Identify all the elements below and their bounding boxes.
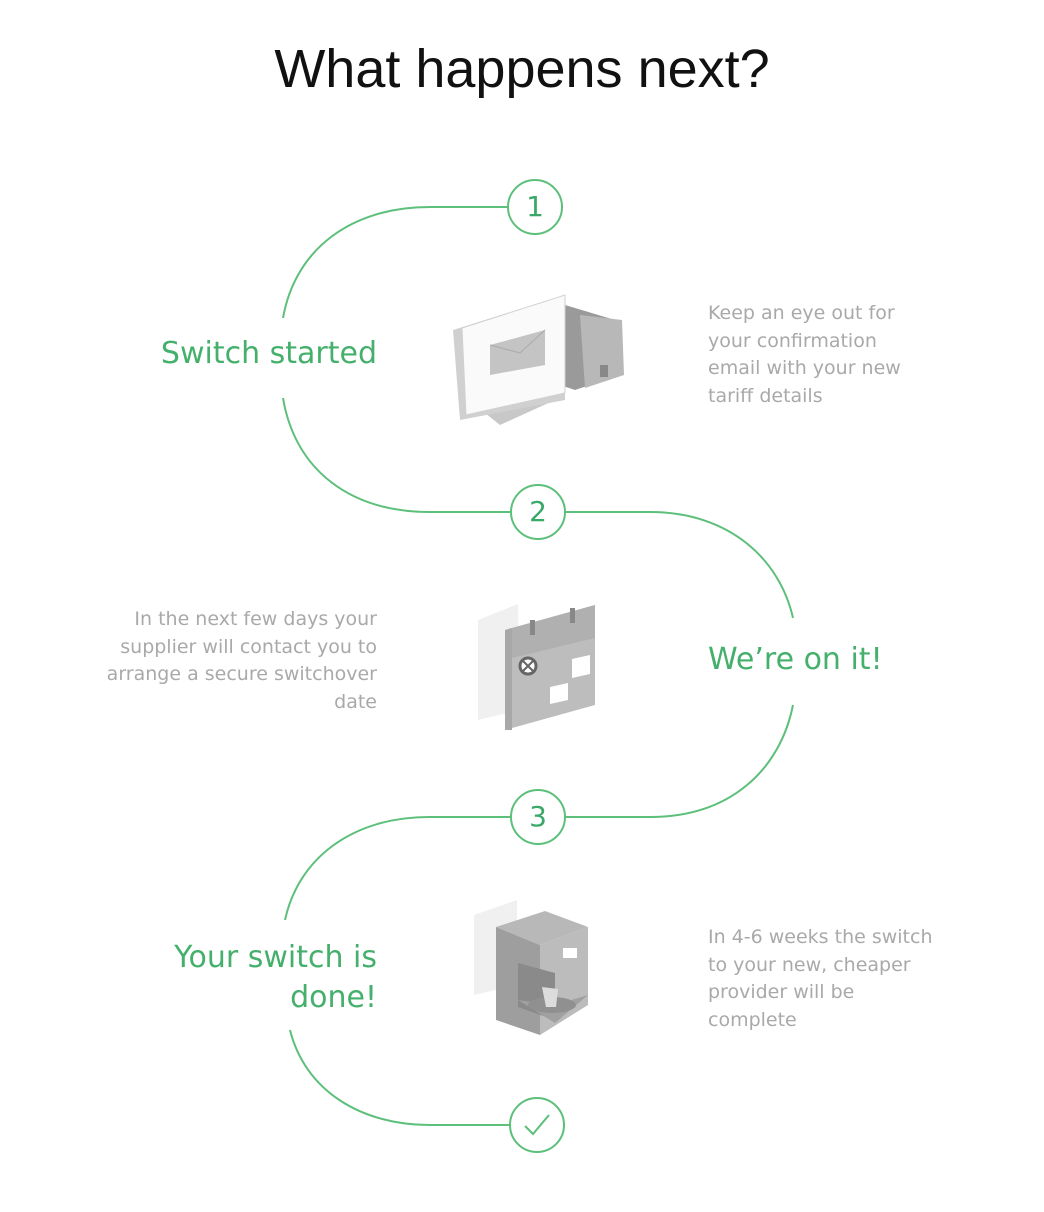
calendar-icon [478, 604, 595, 730]
computer-email-icon [453, 294, 624, 425]
what-happens-next-page: What happens next? 1 2 3 Switch started … [0, 0, 1044, 1212]
coffee-machine-icon [474, 900, 588, 1035]
checkmark-icon [524, 1114, 550, 1136]
step-number-3: 3 [529, 800, 547, 833]
step-number-1: 1 [526, 190, 544, 223]
stage-label-3: Your switch is done! [174, 940, 377, 1015]
step-number-2: 2 [529, 495, 547, 528]
step-description-2: In the next few days your supplier will … [106, 608, 377, 713]
step-description-3: In 4-6 weeks the switch to your new, che… [708, 926, 933, 1031]
step-description-1: Keep an eye out for your confirmation em… [708, 302, 901, 407]
stage-label-1: Switch started [160, 336, 377, 371]
stage-label-2: We’re on it! [708, 642, 883, 677]
